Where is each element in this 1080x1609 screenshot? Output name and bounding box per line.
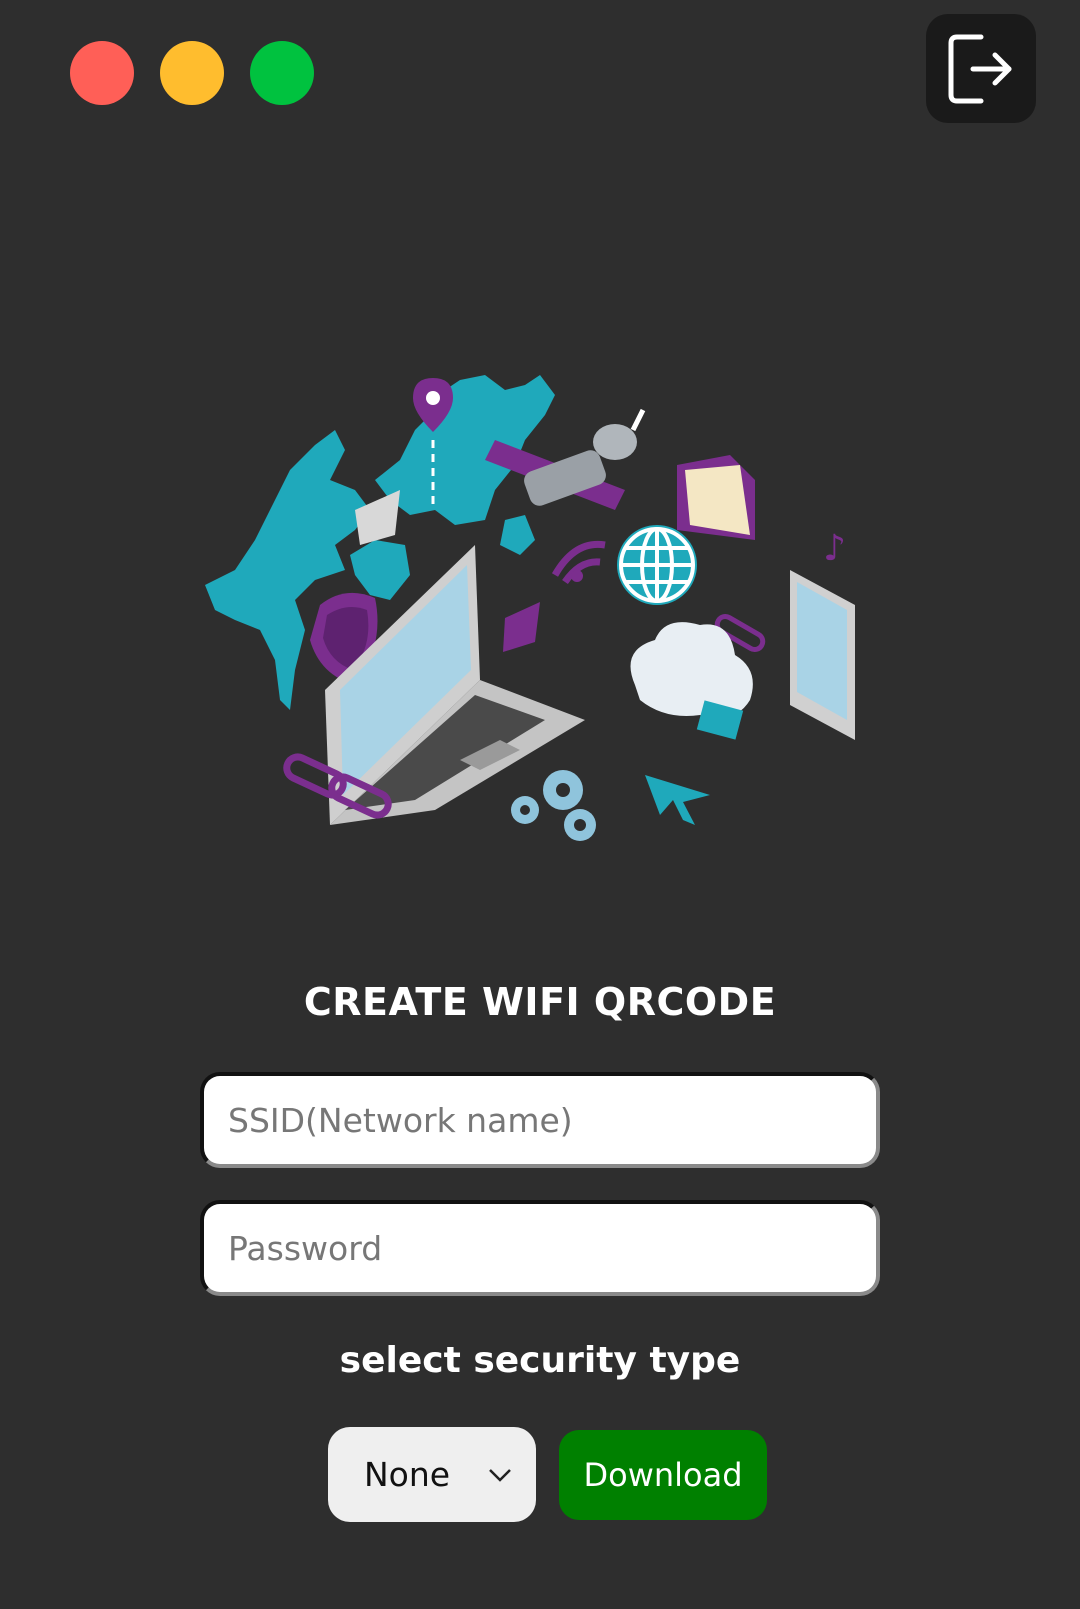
logout-icon <box>948 34 1012 103</box>
folder-icon <box>677 455 755 540</box>
paper-plane <box>355 490 400 545</box>
security-type-value: None <box>364 1455 451 1494</box>
window-close-button[interactable] <box>70 41 134 105</box>
ssid-input[interactable] <box>200 1072 880 1168</box>
globe-icon <box>617 525 697 605</box>
download-button[interactable]: Download <box>559 1430 767 1520</box>
mail-icon <box>503 602 540 652</box>
cursor-arrow <box>645 775 710 825</box>
window-maximize-button[interactable] <box>250 41 314 105</box>
tablet-device <box>790 570 855 740</box>
logout-button[interactable] <box>926 14 1036 123</box>
music-note: ♪ <box>823 528 846 569</box>
password-input[interactable] <box>200 1200 880 1296</box>
network-illustration: ♪ <box>205 375 855 841</box>
security-type-select[interactable]: None <box>328 1427 536 1522</box>
window-minimize-button[interactable] <box>160 41 224 105</box>
chevron-down-icon <box>489 1468 511 1482</box>
page-title: CREATE WIFI QRCODE <box>303 980 777 1024</box>
security-type-label: select security type <box>339 1340 741 1381</box>
